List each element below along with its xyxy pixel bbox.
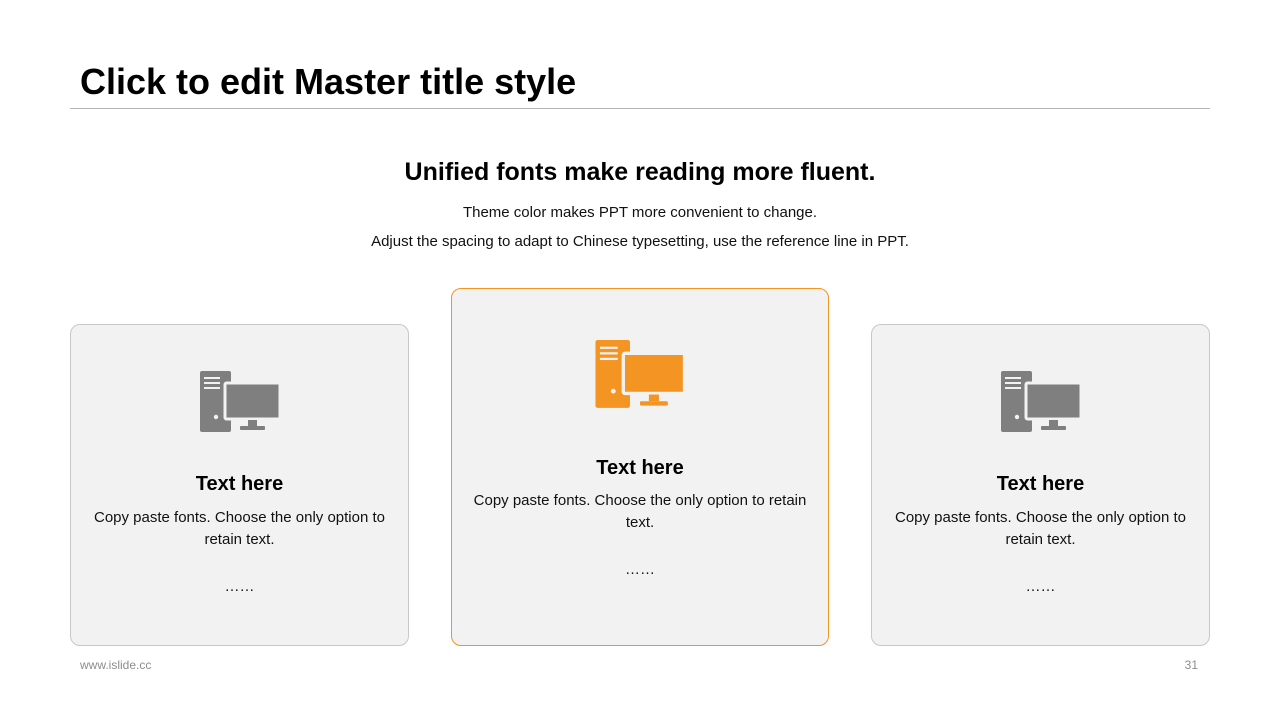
card-body: Copy paste fonts. Choose the only option…: [894, 509, 1187, 548]
card-title: Text here: [195, 473, 284, 495]
card-ellipsis: ……: [224, 578, 255, 595]
title-divider: [70, 108, 1210, 109]
description-line-1: Theme color makes PPT more convenient to…: [462, 204, 818, 221]
footer-url: www.islide.cc: [80, 658, 152, 672]
slide-title: Click to edit Master title style: [80, 61, 577, 102]
feature-card-right: Text here Copy paste fonts. Choose the o…: [871, 324, 1210, 646]
feature-card-left: Text here Copy paste fonts. Choose the o…: [70, 324, 409, 646]
description-line-2: Adjust the spacing to adapt to Chinese t…: [371, 233, 909, 250]
computer-icon: [595, 340, 685, 408]
card-body: Copy paste fonts. Choose the only option…: [473, 492, 807, 531]
card-ellipsis: ……: [625, 561, 655, 578]
computer-icon: [1000, 371, 1081, 432]
page-number: 31: [1184, 658, 1198, 672]
computer-icon: [199, 371, 280, 432]
card-body: Copy paste fonts. Choose the only option…: [93, 509, 386, 548]
card-ellipsis: ……: [1025, 578, 1056, 595]
card-title: Text here: [996, 473, 1085, 495]
card-title: Text here: [596, 457, 684, 479]
slide-subtitle: Unified fonts make reading more fluent.: [404, 158, 876, 186]
feature-card-center: Text here Copy paste fonts. Choose the o…: [451, 288, 829, 646]
